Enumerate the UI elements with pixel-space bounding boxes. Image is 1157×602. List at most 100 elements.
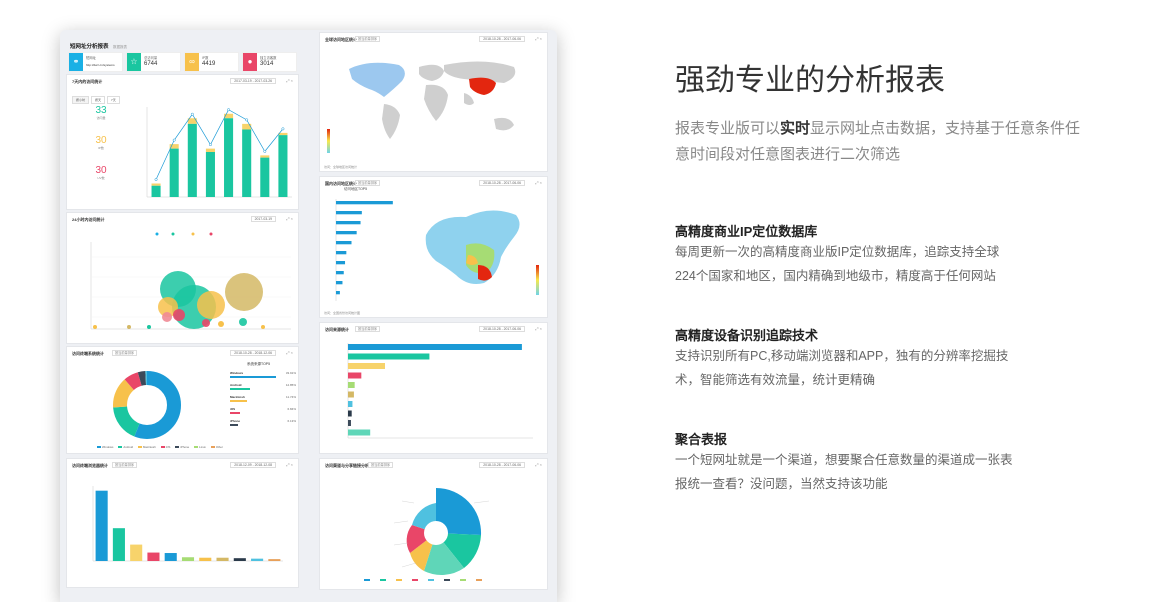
bubble bbox=[173, 309, 185, 321]
sort-button[interactable]: 按当前量排序 bbox=[355, 36, 381, 42]
feature-desc-aggregate: 一个短网址就是一个渠道，想要聚合任意数量的渠道成一张表报统一查看？没问题，当然支… bbox=[675, 453, 1013, 491]
bubble bbox=[162, 312, 172, 322]
browser-panel: 访问终端浏览器统计 按当前量排序 2018-12-09 - 2018-12-08… bbox=[66, 458, 299, 588]
sort-button[interactable]: 按当前量排序 bbox=[112, 462, 138, 468]
headline: 强劲专业的分析报表 bbox=[675, 63, 945, 98]
trend-tab[interactable]: 按天 bbox=[91, 96, 106, 104]
sort-button[interactable]: 按当前量排序 bbox=[368, 462, 394, 468]
browser-chart bbox=[92, 486, 283, 562]
stat-label: 总访问量 bbox=[144, 56, 158, 60]
bubble bbox=[147, 325, 151, 329]
panel-tools-icon[interactable]: ⤢ × bbox=[286, 350, 293, 355]
stat-card: ☆ 总访问量 6744 bbox=[126, 52, 181, 72]
trend-number: 30 UV数 bbox=[95, 165, 107, 180]
referer-panel: 访问来源统计 按当前量排序 2018-10-28 - 2017-06-06 ⤢ … bbox=[319, 322, 548, 454]
legend-item: Macintosh bbox=[138, 445, 156, 449]
trend-title: 7天内的访问统计 bbox=[72, 79, 103, 84]
os-date[interactable]: 2018-10-28 - 2018-12-06 bbox=[230, 350, 276, 356]
china-bar bbox=[336, 281, 343, 285]
dashboard-title: 短网址分析报表 数据报表 bbox=[70, 44, 128, 50]
referer-bar bbox=[348, 372, 362, 379]
trend-bar bbox=[278, 135, 288, 197]
sort-button[interactable]: 按当前量排序 bbox=[112, 350, 138, 356]
china-bar bbox=[336, 201, 393, 205]
bubble bbox=[239, 318, 247, 326]
china-date[interactable]: 2018-10-28 - 2017-06-06 bbox=[479, 180, 525, 186]
trend-number: 30 IP数 bbox=[95, 135, 107, 150]
os-pie-panel: 访问终端系统统计 按当前量排序 2018-10-28 - 2018-12-06 … bbox=[66, 346, 299, 454]
feature-desc-device: 支持识别所有PC,移动端浏览器和APP，独有的分辨率挖掘技术，智能筛选有效流量，… bbox=[675, 349, 1009, 387]
china-bar bbox=[336, 211, 362, 215]
trend-tab[interactable]: 7天 bbox=[107, 96, 120, 104]
title-badge: 数据报表 bbox=[113, 45, 128, 49]
channel-date[interactable]: 2018-10-28 - 2017-06-06 bbox=[479, 462, 525, 468]
os-top-title: 系统来源TOP5 bbox=[247, 362, 271, 366]
panel-tools-icon[interactable]: ⤢ × bbox=[535, 36, 542, 41]
referer-bar bbox=[348, 410, 352, 417]
trend-bar bbox=[242, 129, 252, 197]
world-title: 全球访问地区统计 bbox=[325, 37, 357, 42]
os-donut-chart bbox=[113, 371, 181, 439]
bubble bbox=[261, 325, 265, 329]
sort-button[interactable]: 按当前量排序 bbox=[355, 326, 381, 332]
subheadline: 报表专业版可以实时显示网址点击数据，支持基于任意条件任意时间段对任意图表进行二次… bbox=[675, 120, 1081, 163]
browser-bar bbox=[95, 490, 108, 561]
referer-bar bbox=[348, 391, 354, 398]
trend-bar-top bbox=[151, 183, 161, 186]
china-bar bbox=[336, 261, 346, 265]
stat-label: IP数 bbox=[202, 56, 209, 60]
browser-bar bbox=[112, 528, 125, 561]
feature-desc-ip: 每周更新一次的高精度商业版IP定位数据库，追踪支持全球224个国家和地区，国内精… bbox=[675, 245, 1000, 283]
legend-item: Other bbox=[210, 445, 223, 449]
trend-bar bbox=[224, 118, 234, 197]
panel-tools-icon[interactable]: ⤢ × bbox=[535, 462, 542, 467]
bubble bbox=[225, 273, 263, 311]
link-icon: ⚭ bbox=[69, 53, 83, 71]
feature-title-device: 高精度设备识别追踪技术 bbox=[675, 328, 819, 343]
legend-item: iPhone bbox=[175, 445, 189, 449]
referer-bar bbox=[348, 420, 351, 426]
trend-point bbox=[227, 108, 231, 112]
feature-title-ip: 高精度商业IP定位数据库 bbox=[675, 224, 818, 239]
browser-date[interactable]: 2018-12-09 - 2018-12-08 bbox=[230, 462, 276, 468]
sort-button[interactable]: 按当前量排序 bbox=[355, 180, 381, 186]
os-item: Android 12.85% bbox=[230, 383, 296, 395]
world-note: 访问：全球地区访问统计 bbox=[324, 165, 358, 169]
os-legend: Windows Android Macintosh iOS iPhone Linux Oth… bbox=[97, 445, 228, 449]
china-bar bbox=[336, 231, 357, 235]
referer-date[interactable]: 2018-10-28 - 2017-06-06 bbox=[479, 326, 525, 332]
bubble bbox=[93, 325, 97, 329]
panel-tools-icon[interactable]: ⤢ × bbox=[286, 78, 293, 83]
panel-tools-icon[interactable]: ⤢ × bbox=[535, 180, 542, 185]
os-item: Macintosh 11.74% bbox=[230, 395, 296, 407]
china-bar bbox=[336, 241, 352, 245]
highlight-realtime: 实时 bbox=[780, 120, 811, 137]
dashboard-screenshot: 短网址分析报表 数据报表 ⚭ 短网址 http://dwz.cn/systems… bbox=[60, 30, 557, 602]
browser-bar bbox=[216, 557, 229, 561]
os-item: Windows 33.91% bbox=[230, 371, 296, 383]
china-map bbox=[425, 210, 539, 295]
scatter-legend bbox=[155, 232, 213, 236]
trend-bar bbox=[260, 157, 270, 197]
trend-number: 33 访问量 bbox=[95, 105, 107, 120]
os-item: iOS 6.84% bbox=[230, 407, 296, 419]
trend-point bbox=[154, 178, 158, 181]
china-bar bbox=[336, 291, 340, 295]
browser-bar bbox=[233, 558, 246, 561]
trend-tab[interactable]: 按小时 bbox=[72, 96, 90, 104]
panel-tools-icon[interactable]: ⤢ × bbox=[286, 462, 293, 467]
scatter-date[interactable]: 2017-03-19 bbox=[250, 216, 276, 222]
trend-point bbox=[263, 149, 267, 153]
scatter-panel: 24小时内访问统计 2017-03-19 ⤢ × bbox=[66, 212, 299, 344]
trend-date[interactable]: 2017-03-19 - 2017-03-26 bbox=[230, 78, 276, 84]
panel-tools-icon[interactable]: ⤢ × bbox=[286, 216, 293, 221]
china-map-panel: 国内访问地区统计 按当前量排序 2018-10-28 - 2017-06-06 … bbox=[319, 176, 548, 318]
china-note: 访问：全国省份访问统计图 bbox=[324, 311, 361, 315]
scatter-chart bbox=[90, 232, 291, 330]
world-date[interactable]: 2018-10-28 - 2017-06-06 bbox=[479, 36, 525, 42]
trend-bar-top bbox=[260, 155, 270, 158]
trend-point bbox=[281, 127, 285, 131]
legend-item: iOS bbox=[160, 445, 170, 449]
panel-tools-icon[interactable]: ⤢ × bbox=[535, 326, 542, 331]
world-map bbox=[327, 61, 516, 153]
